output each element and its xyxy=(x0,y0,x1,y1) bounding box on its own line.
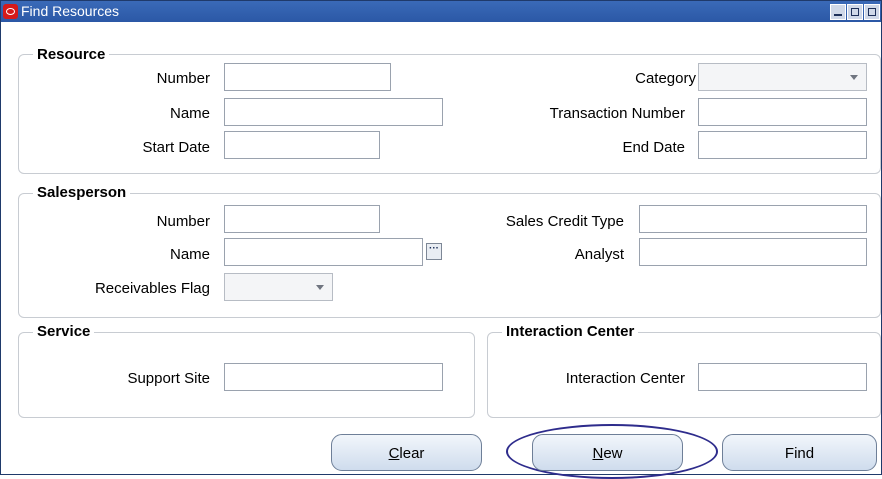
category-label: Category xyxy=(635,70,696,87)
maximize-icon[interactable] xyxy=(847,4,863,20)
analyst-label: Analyst xyxy=(574,246,624,263)
new-button[interactable]: New xyxy=(532,434,683,471)
transaction-number-input[interactable] xyxy=(698,98,867,126)
find-button[interactable]: Find xyxy=(722,434,877,471)
end-date-label: End Date xyxy=(622,139,685,156)
close-icon[interactable] xyxy=(864,4,880,20)
interaction-center-group-title: Interaction Center xyxy=(502,323,639,340)
start-date-label: Start Date xyxy=(142,139,210,156)
resource-name-input[interactable] xyxy=(224,98,443,126)
support-site-input[interactable] xyxy=(224,363,443,391)
service-group-title: Service xyxy=(33,323,95,340)
minimize-icon[interactable] xyxy=(830,4,846,20)
salesperson-number-label: Number xyxy=(156,213,210,230)
clear-button[interactable]: Clear xyxy=(331,434,482,471)
analyst-input[interactable] xyxy=(639,238,867,266)
transaction-number-label: Transaction Number xyxy=(549,105,685,122)
chevron-down-icon xyxy=(850,75,858,80)
find-resources-window: Find Resources Resource Number Name Star… xyxy=(0,0,882,479)
sales-credit-type-input[interactable] xyxy=(639,205,867,233)
end-date-input[interactable] xyxy=(698,131,867,159)
start-date-input[interactable] xyxy=(224,131,380,159)
resource-number-label: Number xyxy=(156,70,210,87)
resource-group-title: Resource xyxy=(33,46,110,63)
chevron-down-icon xyxy=(316,285,324,290)
resource-number-input[interactable] xyxy=(224,63,391,91)
sales-credit-type-label: Sales Credit Type xyxy=(505,213,624,230)
title-bar: Find Resources xyxy=(1,1,881,22)
receivables-flag-select[interactable] xyxy=(224,273,333,301)
interaction-center-input[interactable] xyxy=(698,363,867,391)
salesperson-group-title: Salesperson xyxy=(33,184,131,201)
interaction-center-label: Interaction Center xyxy=(565,370,685,387)
receivables-flag-label: Receivables Flag xyxy=(94,280,210,297)
ellipsis-icon[interactable]: ··· xyxy=(426,243,442,260)
resource-name-label: Name xyxy=(169,105,210,122)
oracle-logo-icon xyxy=(3,4,18,19)
salesperson-name-label: Name xyxy=(169,246,210,263)
category-select[interactable] xyxy=(698,63,867,91)
salesperson-name-input[interactable] xyxy=(224,238,423,266)
support-site-label: Support Site xyxy=(127,370,210,387)
window-title: Find Resources xyxy=(21,3,120,19)
salesperson-number-input[interactable] xyxy=(224,205,380,233)
